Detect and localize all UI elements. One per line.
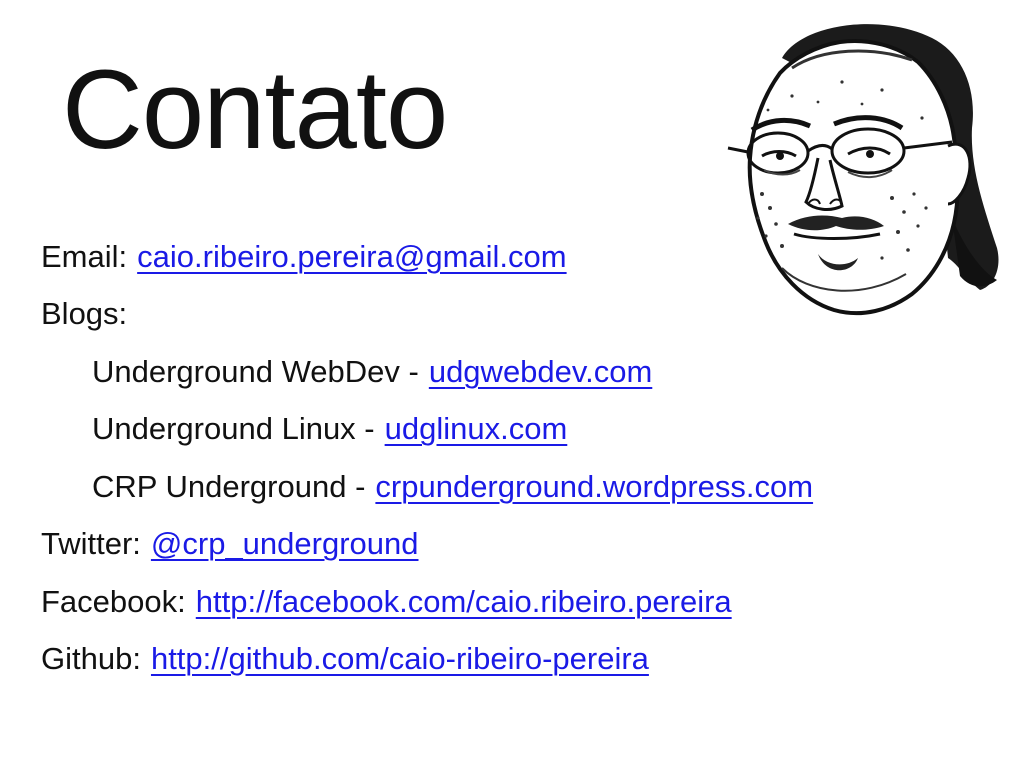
facebook-link[interactable]: http://facebook.com/caio.ribeiro.pereira xyxy=(196,580,732,624)
github-label: Github: xyxy=(41,641,141,677)
twitter-link[interactable]: @crp_underground xyxy=(151,522,419,566)
blog-link[interactable]: crpunderground.wordpress.com xyxy=(375,465,813,509)
github-row: Github: http://github.com/caio-ribeiro-p… xyxy=(41,631,1001,689)
blogs-label: Blogs: xyxy=(41,296,128,332)
facebook-label: Facebook: xyxy=(41,583,186,619)
email-link[interactable]: caio.ribeiro.pereira@gmail.com xyxy=(137,235,566,279)
blog-name: CRP Underground - xyxy=(92,468,366,504)
blog-name: Underground Linux - xyxy=(92,411,375,447)
blog-link[interactable]: udgwebdev.com xyxy=(429,350,652,394)
github-link[interactable]: http://github.com/caio-ribeiro-pereira xyxy=(151,637,649,681)
blog-name: Underground WebDev - xyxy=(92,353,419,389)
twitter-row: Twitter: @crp_underground xyxy=(41,516,1001,574)
blog-item: CRP Underground - crpunderground.wordpre… xyxy=(41,458,1001,516)
email-label: Email: xyxy=(41,238,128,274)
slide: Contato Email: caio.ribeiro.pereira@gmai… xyxy=(0,0,1024,768)
blogs-row: Blogs: xyxy=(41,286,1001,344)
contact-list: Email: caio.ribeiro.pereira@gmail.com Bl… xyxy=(41,228,1001,688)
blog-item: Underground WebDev - udgwebdev.com xyxy=(41,343,1001,401)
email-row: Email: caio.ribeiro.pereira@gmail.com xyxy=(41,228,1001,286)
blog-link[interactable]: udglinux.com xyxy=(385,407,568,451)
twitter-label: Twitter: xyxy=(41,526,141,562)
facebook-row: Facebook: http://facebook.com/caio.ribei… xyxy=(41,573,1001,631)
blog-item: Underground Linux - udglinux.com xyxy=(41,401,1001,459)
slide-title: Contato xyxy=(62,47,448,172)
